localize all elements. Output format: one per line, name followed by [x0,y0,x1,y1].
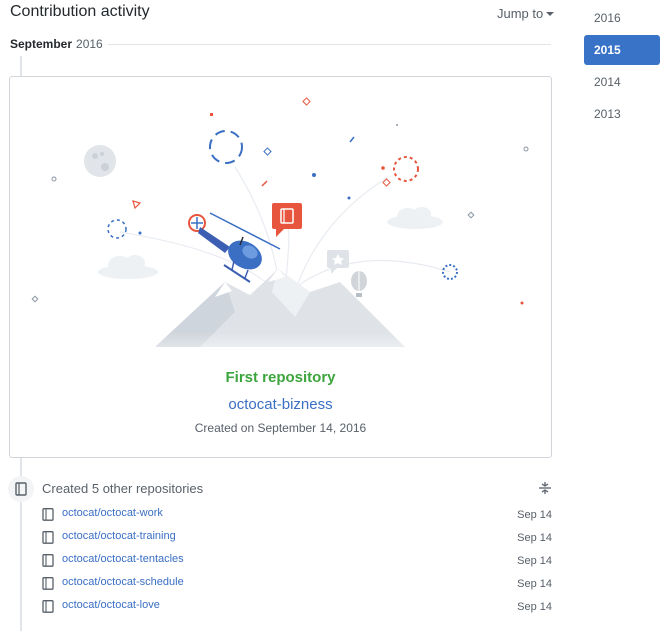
list-item: octocat/octocat-schedule Sep 14 [40,574,552,597]
caret-down-icon [546,11,555,16]
repo-date: Sep 14 [517,509,552,521]
month-divider [108,44,551,45]
first-repository-label: First repository [225,369,336,386]
repo-date: Sep 14 [517,601,552,613]
first-repository-link[interactable]: octocat-bizness [10,396,551,413]
list-item: octocat/octocat-love Sep 14 [40,597,552,620]
jump-to-dropdown[interactable]: Jump to [497,6,555,21]
first-repository-created-date: Created on September 14, 2016 [194,421,367,435]
list-item: octocat/octocat-training Sep 14 [40,528,552,551]
helicopter-illustration [31,97,529,372]
month-name: September [10,37,73,51]
repo-link[interactable]: octocat/octocat-schedule [62,576,184,588]
year-link-2014[interactable]: 2014 [584,67,660,97]
other-repos-list: octocat/octocat-work Sep 14 octocat/octo… [40,505,552,620]
repo-date: Sep 14 [517,555,552,567]
repo-icon [42,577,54,590]
first-repository-card: First repository octocat-bizness Created… [9,76,552,458]
repo-link[interactable]: octocat/octocat-work [62,507,163,519]
jump-to-label: Jump to [497,6,544,21]
month-heading: September 2016 [10,37,103,51]
repo-link[interactable]: octocat/octocat-love [62,599,160,611]
other-repos-badge [8,476,34,502]
repo-icon [42,531,54,544]
year-link-2013[interactable]: 2013 [584,99,660,129]
repo-icon [15,482,27,496]
year-link-2015[interactable]: 2015 [584,35,660,65]
page-title: Contribution activity [10,3,150,20]
repo-icon [42,508,54,521]
repo-icon [42,600,54,613]
repo-date: Sep 14 [517,578,552,590]
list-item: octocat/octocat-tentacles Sep 14 [40,551,552,574]
month-year: 2016 [76,37,103,51]
repo-link[interactable]: octocat/octocat-tentacles [62,553,184,565]
other-repos-title: Created 5 other repositories [42,481,204,496]
repo-date: Sep 14 [517,532,552,544]
list-item: octocat/octocat-work Sep 14 [40,505,552,528]
year-link-2016[interactable]: 2016 [584,3,660,33]
collapse-icon[interactable] [538,481,552,495]
year-list: 2016 2015 2014 2013 [584,3,660,131]
repo-icon [42,554,54,567]
repo-link[interactable]: octocat/octocat-training [62,530,176,542]
